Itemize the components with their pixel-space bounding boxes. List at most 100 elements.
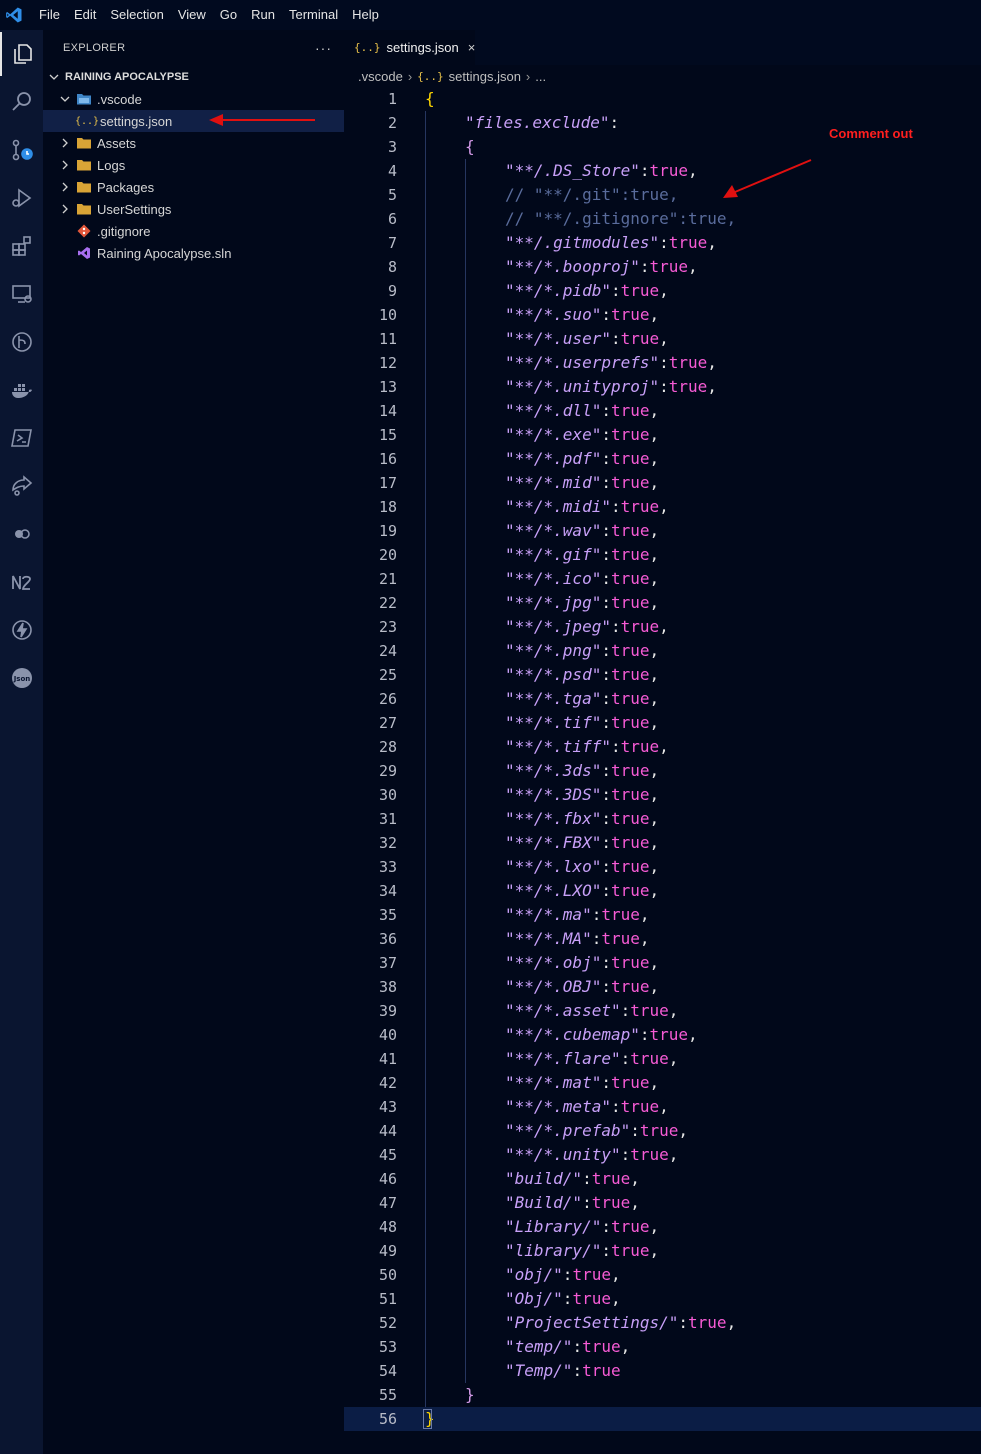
code-line[interactable]: 1{ <box>344 87 981 111</box>
code-line[interactable]: 4 "**/.DS_Store":true, <box>344 159 981 183</box>
annotation-arrow-diagonal <box>723 159 812 198</box>
menu-help[interactable]: Help <box>345 0 386 30</box>
code-line[interactable]: 7 "**/.gitmodules":true, <box>344 231 981 255</box>
code-line[interactable]: 55} <box>344 1383 981 1407</box>
folder-icon <box>76 201 92 217</box>
breadcrumb-symbol[interactable]: ... <box>535 69 546 84</box>
code-line[interactable]: 30 "**/*.3DS":true, <box>344 783 981 807</box>
breadcrumb-folder[interactable]: .vscode <box>358 69 403 84</box>
visual-studio-icon <box>76 245 92 261</box>
code-line[interactable]: 26 "**/*.tga":true, <box>344 687 981 711</box>
menu-run[interactable]: Run <box>244 0 282 30</box>
code-line[interactable]: 56} <box>344 1407 981 1431</box>
live-share-icon[interactable] <box>0 464 43 508</box>
code-line[interactable]: 16 "**/*.pdf":true, <box>344 447 981 471</box>
code-line[interactable]: 27 "**/*.tif":true, <box>344 711 981 735</box>
code-line[interactable]: 19 "**/*.wav":true, <box>344 519 981 543</box>
breadcrumb-file[interactable]: settings.json <box>449 69 521 84</box>
code-line[interactable]: 24 "**/*.png":true, <box>344 639 981 663</box>
close-icon[interactable]: × <box>468 40 476 55</box>
code-line[interactable]: 52 "ProjectSettings/":true, <box>344 1311 981 1335</box>
menu-go[interactable]: Go <box>213 0 244 30</box>
code-line[interactable]: 50 "obj/":true, <box>344 1263 981 1287</box>
menu-selection[interactable]: Selection <box>103 0 170 30</box>
thunder-client-icon[interactable] <box>0 608 43 652</box>
menu-edit[interactable]: Edit <box>67 0 103 30</box>
tree-item-packages[interactable]: Packages <box>43 176 344 198</box>
powershell-icon[interactable] <box>0 416 43 460</box>
toggle-icon[interactable] <box>0 512 43 556</box>
code-editor[interactable]: 1{2 "files.exclude": 3{4 "**/.DS_Store":tru… <box>344 87 981 1454</box>
tree-item-raining-apocalypse-sln[interactable]: Raining Apocalypse.sln <box>43 242 344 264</box>
code-line[interactable]: 29 "**/*.3ds":true, <box>344 759 981 783</box>
code-line[interactable]: 42 "**/*.mat":true, <box>344 1071 981 1095</box>
code-line[interactable]: 21 "**/*.ico":true, <box>344 567 981 591</box>
line-number: 8 <box>387 258 397 276</box>
code-line[interactable]: 13 "**/*.unityproj":true, <box>344 375 981 399</box>
project-section-header[interactable]: RAINING APOCALYPSE <box>43 66 344 88</box>
code-line[interactable]: 53 "temp/":true, <box>344 1335 981 1359</box>
docker-icon[interactable] <box>0 368 43 412</box>
code-line[interactable]: 8 "**/*.booproj":true, <box>344 255 981 279</box>
menu-file[interactable]: File <box>32 0 67 30</box>
line-number: 18 <box>378 498 397 516</box>
json-icon[interactable]: Json <box>0 656 43 700</box>
code-line[interactable]: 11 "**/*.user":true, <box>344 327 981 351</box>
code-line[interactable]: 18 "**/*.midi":true, <box>344 495 981 519</box>
source-control-icon[interactable] <box>0 128 43 172</box>
code-line[interactable]: 36 "**/*.MA":true, <box>344 927 981 951</box>
code-line[interactable]: 15 "**/*.exe":true, <box>344 423 981 447</box>
more-actions-icon[interactable]: ··· <box>315 40 332 56</box>
code-line[interactable]: 12 "**/*.userprefs":true, <box>344 351 981 375</box>
code-line[interactable]: 33 "**/*.lxo":true, <box>344 855 981 879</box>
code-line[interactable]: 20 "**/*.gif":true, <box>344 543 981 567</box>
code-line[interactable]: 44 "**/*.prefab":true, <box>344 1119 981 1143</box>
code-line[interactable]: 35 "**/*.ma":true, <box>344 903 981 927</box>
code-line[interactable]: 31 "**/*.fbx":true, <box>344 807 981 831</box>
line-number: 10 <box>378 306 397 324</box>
git-graph-icon[interactable] <box>0 320 43 364</box>
code-line[interactable]: 37 "**/*.obj":true, <box>344 951 981 975</box>
run-debug-icon[interactable] <box>0 176 43 220</box>
code-line[interactable]: 41 "**/*.flare":true, <box>344 1047 981 1071</box>
code-line[interactable]: 54 "Temp/":true <box>344 1359 981 1383</box>
tab-settings-json[interactable]: {..} settings.json × <box>344 30 475 65</box>
folder-open-icon <box>76 91 92 107</box>
code-line[interactable]: 6 // "**/.gitignore":true, <box>344 207 981 231</box>
code-line[interactable]: 22 "**/*.jpg":true, <box>344 591 981 615</box>
search-icon[interactable] <box>0 80 43 124</box>
code-line[interactable]: 43 "**/*.meta":true, <box>344 1095 981 1119</box>
n2-icon[interactable] <box>0 560 43 604</box>
code-line[interactable]: 38 "**/*.OBJ":true, <box>344 975 981 999</box>
tree-item-usersettings[interactable]: UserSettings <box>43 198 344 220</box>
code-line[interactable]: 5 // "**/.git":true, <box>344 183 981 207</box>
code-line[interactable]: 17 "**/*.mid":true, <box>344 471 981 495</box>
menu-view[interactable]: View <box>171 0 213 30</box>
code-line[interactable]: 25 "**/*.psd":true, <box>344 663 981 687</box>
tree-item-assets[interactable]: Assets <box>43 132 344 154</box>
code-line[interactable]: 48 "Library/":true, <box>344 1215 981 1239</box>
code-line[interactable]: 46 "build/":true, <box>344 1167 981 1191</box>
code-line[interactable]: 14 "**/*.dll":true, <box>344 399 981 423</box>
code-line[interactable]: 39 "**/*.asset":true, <box>344 999 981 1023</box>
line-number: 55 <box>378 1386 397 1404</box>
code-line[interactable]: 32 "**/*.FBX":true, <box>344 831 981 855</box>
menu-terminal[interactable]: Terminal <box>282 0 345 30</box>
tree-item-logs[interactable]: Logs <box>43 154 344 176</box>
code-line[interactable]: 9 "**/*.pidb":true, <box>344 279 981 303</box>
code-line[interactable]: 10 "**/*.suo":true, <box>344 303 981 327</box>
code-line[interactable]: 28 "**/*.tiff":true, <box>344 735 981 759</box>
explorer-icon[interactable] <box>0 32 43 76</box>
code-line[interactable]: 45 "**/*.unity":true, <box>344 1143 981 1167</box>
code-line[interactable]: 34 "**/*.LXO":true, <box>344 879 981 903</box>
tree-item-gitignore[interactable]: .gitignore <box>43 220 344 242</box>
code-line[interactable]: 49 "library/":true, <box>344 1239 981 1263</box>
code-line[interactable]: 51 "Obj/":true, <box>344 1287 981 1311</box>
remote-explorer-icon[interactable] <box>0 272 43 316</box>
code-line[interactable]: 40 "**/*.cubemap":true, <box>344 1023 981 1047</box>
extensions-icon[interactable] <box>0 224 43 268</box>
code-text: "obj/":true, <box>505 1265 621 1284</box>
code-line[interactable]: 23 "**/*.jpeg":true, <box>344 615 981 639</box>
tree-item-vscode[interactable]: .vscode <box>43 88 344 110</box>
code-line[interactable]: 47 "Build/":true, <box>344 1191 981 1215</box>
